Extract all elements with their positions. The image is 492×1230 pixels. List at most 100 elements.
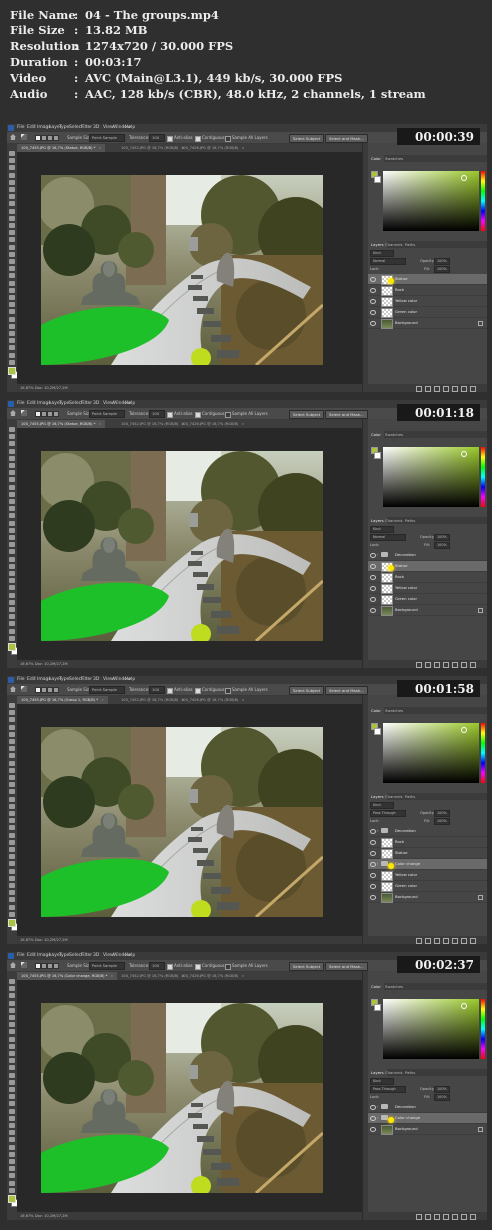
tool-icon[interactable] [9, 1187, 15, 1193]
tool-icon[interactable] [9, 571, 15, 576]
opacity-input[interactable]: 100% [434, 810, 450, 817]
close-icon[interactable]: × [241, 422, 244, 426]
layer-row[interactable]: Background [368, 892, 487, 903]
close-icon[interactable]: × [241, 698, 244, 702]
trash-icon[interactable] [470, 1214, 476, 1220]
panel-background-swatch[interactable] [374, 176, 381, 183]
visibility-eye-icon[interactable] [370, 840, 376, 845]
opacity-input[interactable]: 100% [434, 1086, 450, 1093]
menu-item-help[interactable]: Help [125, 676, 135, 684]
visibility-eye-icon[interactable] [370, 884, 376, 889]
tool-icon[interactable] [9, 542, 15, 548]
menu-item-type[interactable]: Type [59, 952, 69, 960]
tool-icon[interactable] [9, 1036, 15, 1042]
layer-row[interactable]: Yellow color [368, 583, 487, 594]
tool-icon[interactable] [9, 506, 15, 512]
visibility-eye-icon[interactable] [370, 553, 376, 558]
tool-icon[interactable] [9, 1173, 15, 1179]
fill-input[interactable]: 100% [434, 266, 450, 273]
tool-icon[interactable] [9, 302, 15, 308]
color-picker-field[interactable] [383, 447, 479, 507]
tool-icon[interactable] [9, 1043, 15, 1049]
layer-row[interactable]: Yellow color [368, 870, 487, 881]
tool-icon[interactable] [9, 739, 15, 744]
selection-mode-icon[interactable] [53, 135, 59, 141]
tab-paths[interactable]: Paths [402, 517, 418, 524]
tool-icon[interactable] [9, 165, 15, 171]
tool-icon[interactable] [9, 237, 15, 243]
layer-row[interactable]: Rock [368, 572, 487, 583]
close-icon[interactable]: × [241, 146, 244, 150]
sample-all-checkbox[interactable] [225, 687, 231, 694]
foreground-color-swatch[interactable] [8, 643, 16, 651]
group-expand-icon[interactable]: › [377, 862, 379, 866]
link-icon[interactable] [416, 938, 422, 944]
layer-row[interactable]: Yellow color [368, 296, 487, 307]
tool-icon[interactable] [9, 463, 15, 468]
tool-icon[interactable] [9, 441, 15, 447]
visibility-eye-icon[interactable] [370, 597, 376, 602]
layer-row[interactable]: Green color [368, 881, 487, 892]
tool-icon[interactable] [9, 520, 15, 526]
tab-swatches[interactable]: Swatches [382, 707, 406, 714]
selection-mode-icon[interactable] [53, 411, 59, 417]
layer-row[interactable]: Green color [368, 594, 487, 605]
new-group-icon[interactable] [452, 938, 458, 944]
tool-icon[interactable] [9, 230, 15, 236]
tool-icon[interactable] [9, 767, 15, 773]
document-tab[interactable]: 100_7426.JPG @ 16,7% (RGB/8) × [177, 420, 248, 428]
close-icon[interactable]: × [101, 698, 104, 702]
panel-background-swatch[interactable] [374, 728, 381, 735]
mask-icon[interactable] [434, 1214, 440, 1220]
select-subject-button[interactable]: Select Subject [289, 685, 325, 695]
home-icon[interactable] [10, 410, 16, 416]
tool-icon[interactable] [9, 309, 15, 315]
tool-icon[interactable] [9, 1166, 15, 1172]
layer-row[interactable]: Background [368, 605, 487, 616]
tool-icon[interactable] [9, 215, 15, 221]
color-picker-field[interactable] [383, 999, 479, 1059]
menu-item-edit[interactable]: Edit [27, 676, 36, 684]
sample-all-checkbox[interactable] [225, 963, 231, 970]
adjustment-icon[interactable] [443, 386, 449, 392]
tool-icon[interactable] [9, 1079, 15, 1085]
adjustment-icon[interactable] [443, 1214, 449, 1220]
sample-size-select[interactable]: Point Sample [89, 134, 125, 142]
adjustment-icon[interactable] [443, 938, 449, 944]
menu-item-3d[interactable]: 3D [93, 400, 99, 408]
menu-item-help[interactable]: Help [125, 952, 135, 960]
menu-item-edit[interactable]: Edit [27, 124, 36, 132]
tool-icon[interactable] [9, 295, 15, 300]
home-icon[interactable] [10, 962, 16, 968]
tool-icon[interactable] [9, 1087, 15, 1092]
fill-input[interactable]: 100% [434, 818, 450, 825]
tool-icon[interactable] [9, 223, 15, 228]
tool-icon[interactable] [9, 201, 15, 207]
select-and-mask-button[interactable]: Select and Mask... [325, 961, 368, 971]
menu-item-3d[interactable]: 3D [93, 676, 99, 684]
tool-icon[interactable] [9, 172, 15, 178]
tool-icon[interactable] [9, 499, 15, 504]
tool-icon[interactable] [9, 796, 15, 802]
close-icon[interactable]: × [98, 422, 101, 426]
anti-alias-checkbox[interactable] [167, 411, 173, 418]
tool-icon[interactable] [9, 187, 15, 192]
tool-icon[interactable] [9, 345, 15, 351]
sample-size-select[interactable]: Point Sample [89, 686, 125, 694]
tool-icon[interactable] [9, 811, 15, 816]
sample-all-checkbox[interactable] [225, 411, 231, 418]
fx-icon[interactable] [425, 938, 431, 944]
tool-icon[interactable] [9, 861, 15, 867]
tool-icon[interactable] [9, 911, 15, 917]
tool-icon[interactable] [9, 635, 15, 641]
opacity-input[interactable]: 100% [434, 534, 450, 541]
document-tab[interactable]: 100_7455.JPG @ 16,7% (Statue, RGB/8) * × [17, 144, 106, 152]
picker-ring[interactable] [461, 175, 467, 181]
tool-icon[interactable] [9, 151, 15, 156]
zen-garden-photo[interactable] [41, 1003, 323, 1193]
tool-icon[interactable] [9, 578, 15, 584]
tool-icon[interactable] [9, 1123, 15, 1128]
fill-input[interactable]: 100% [434, 542, 450, 549]
layer-row[interactable]: Background [368, 318, 487, 329]
tool-icon[interactable] [9, 585, 15, 591]
